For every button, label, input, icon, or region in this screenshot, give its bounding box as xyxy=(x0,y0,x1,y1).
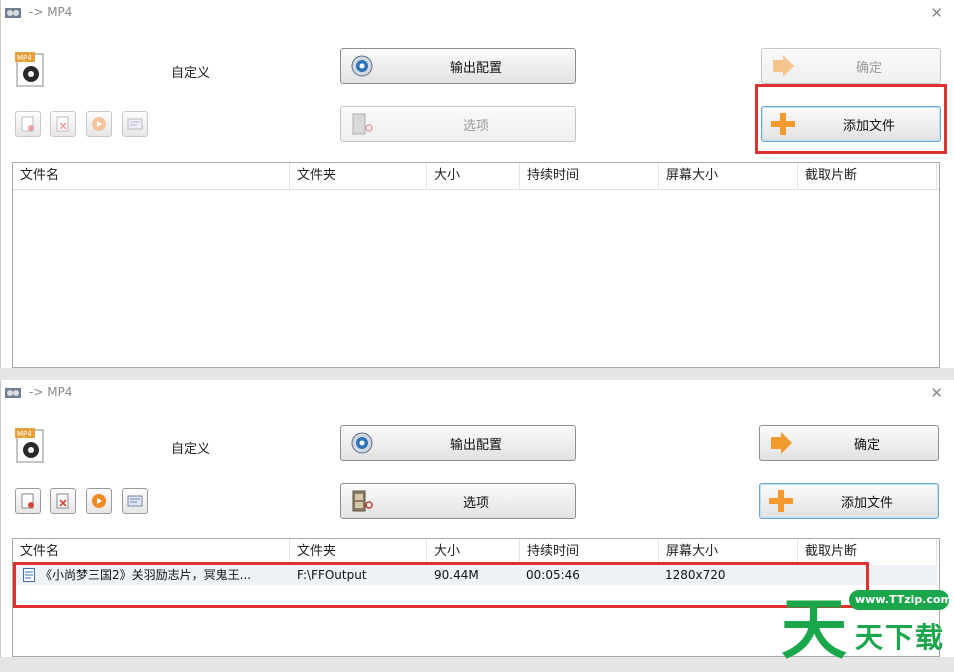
format-label: 自定义 xyxy=(171,442,211,457)
mp4-format-icon: MP4 xyxy=(15,428,44,463)
remove-file-button[interactable] xyxy=(15,488,41,514)
app-icon xyxy=(5,8,21,18)
options-button[interactable]: 选项 xyxy=(340,483,576,519)
info-panel-icon xyxy=(127,118,143,130)
options-label: 选项 xyxy=(462,495,489,511)
close-icon[interactable]: ✕ xyxy=(930,384,943,402)
play-icon xyxy=(92,494,106,508)
output-config-label: 输出配置 xyxy=(449,437,502,453)
add-file-label: 添加文件 xyxy=(840,495,893,511)
output-config-label: 输出配置 xyxy=(449,60,502,76)
close-icon[interactable]: ✕ xyxy=(930,4,943,22)
add-file-button[interactable]: 添加文件 xyxy=(759,483,939,519)
film-scissors-icon xyxy=(352,113,373,135)
options-button[interactable]: 选项 xyxy=(340,106,576,142)
arrow-right-icon xyxy=(773,55,794,77)
confirm-button[interactable]: 确定 xyxy=(759,425,939,461)
file-list[interactable]: 文件名 文件夹 大小 持续时间 屏幕大小 截取片断 xyxy=(12,162,940,368)
clear-list-button[interactable] xyxy=(50,111,76,137)
column-size[interactable]: 大小 xyxy=(427,163,520,189)
title-bar: -> MP4 ✕ xyxy=(1,0,953,28)
svg-text:MP4: MP4 xyxy=(17,54,32,62)
info-button[interactable] xyxy=(122,488,148,514)
window-title: -> MP4 xyxy=(29,5,73,19)
watermark: 天 www.TTzip.com 天下载 xyxy=(781,580,952,668)
output-config-button[interactable]: 输出配置 xyxy=(340,425,576,461)
delete-x-icon xyxy=(56,116,69,132)
play-button[interactable] xyxy=(86,111,112,137)
column-clip[interactable]: 截取片断 xyxy=(798,163,937,189)
confirm-label: 确定 xyxy=(853,437,880,453)
app-icon xyxy=(5,388,21,398)
highlight-file-row xyxy=(13,562,869,608)
svg-text:MP4: MP4 xyxy=(17,430,32,438)
delete-x-icon xyxy=(56,493,69,509)
film-scissors-icon xyxy=(352,490,373,512)
play-button[interactable] xyxy=(86,488,112,514)
bottom-window: -> MP4 ✕ MP4 自定义 输出配置 确定 选项 添加文件 文件名 文件夹… xyxy=(0,380,954,668)
output-config-button[interactable]: 输出配置 xyxy=(340,48,576,84)
gear-disc-icon xyxy=(351,55,373,77)
title-bar: -> MP4 ✕ xyxy=(1,380,953,408)
arrow-right-icon xyxy=(771,432,792,454)
play-icon xyxy=(92,117,106,131)
info-panel-icon xyxy=(127,495,143,507)
column-filename[interactable]: 文件名 xyxy=(13,163,290,189)
watermark-url-badge: www.TTzip.com xyxy=(849,590,952,610)
confirm-button[interactable]: 确定 xyxy=(761,48,941,84)
remove-file-button[interactable] xyxy=(15,111,41,137)
column-duration[interactable]: 持续时间 xyxy=(520,163,659,189)
watermark-big-char: 天 xyxy=(781,591,847,668)
file-remove-icon xyxy=(21,116,34,132)
gear-disc-icon xyxy=(351,432,373,454)
file-remove-icon xyxy=(21,493,34,509)
column-folder[interactable]: 文件夹 xyxy=(290,163,427,189)
mp4-format-icon: MP4 xyxy=(15,52,44,87)
format-label: 自定义 xyxy=(171,66,211,81)
info-button[interactable] xyxy=(122,111,148,137)
list-header: 文件名 文件夹 大小 持续时间 屏幕大小 截取片断 xyxy=(13,163,939,190)
highlight-add-file xyxy=(755,84,947,154)
watermark-url: www.TTzip.com xyxy=(855,593,952,606)
confirm-label: 确定 xyxy=(855,60,882,76)
watermark-text: 天下载 xyxy=(855,621,946,654)
window-title: -> MP4 xyxy=(29,385,73,399)
column-resolution[interactable]: 屏幕大小 xyxy=(659,163,798,189)
clear-list-button[interactable] xyxy=(50,488,76,514)
plus-icon xyxy=(769,490,793,512)
top-window: -> MP4 ✕ MP4 自定义 输出配置 确定 选项 添加文件 文件名 文件夹… xyxy=(0,0,954,368)
options-label: 选项 xyxy=(462,118,489,134)
